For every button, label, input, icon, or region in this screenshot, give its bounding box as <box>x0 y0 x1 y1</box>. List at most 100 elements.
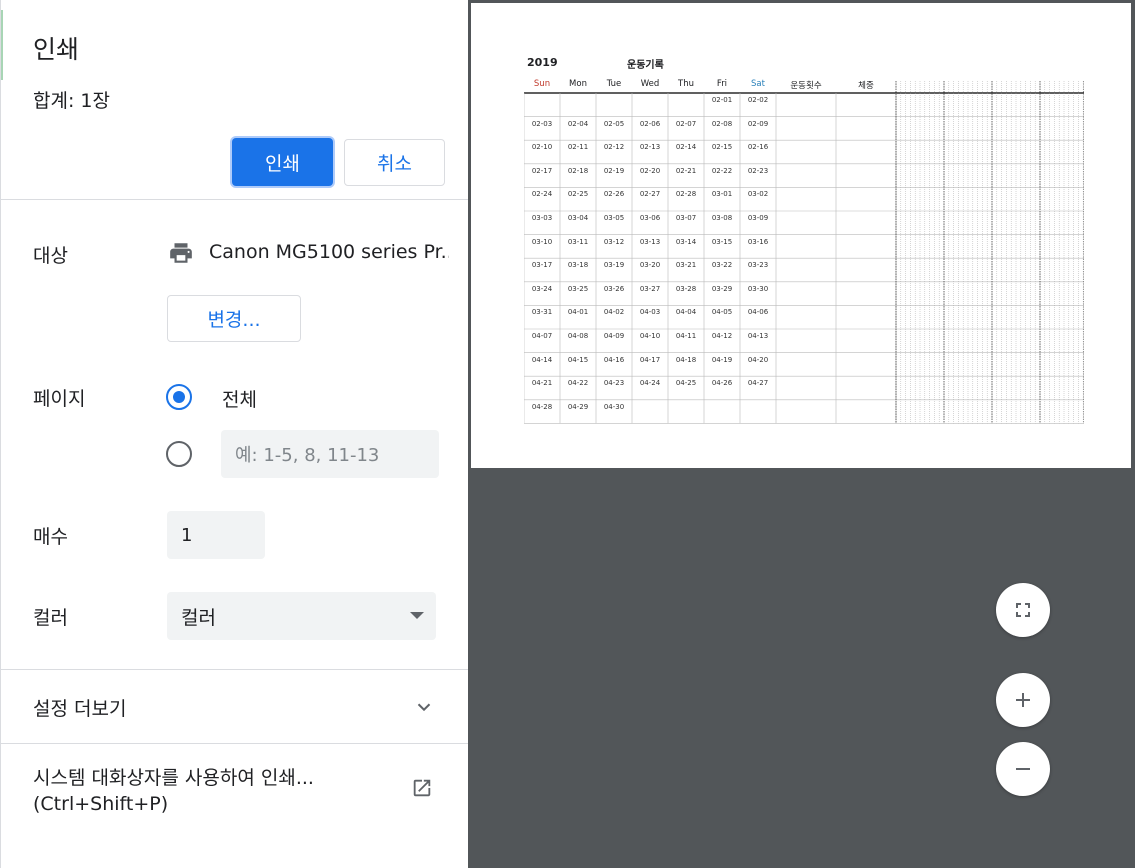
calendar-date-cell: 04-30 <box>603 402 625 411</box>
calendar-date-cell: 03-02 <box>747 190 769 199</box>
calendar-date-cell: 04-21 <box>531 379 553 388</box>
calendar-date-cell: 02-19 <box>603 166 625 175</box>
calendar-date-cell: 02-21 <box>675 166 697 175</box>
page-range-input[interactable]: 예: 1-5, 8, 11-13 <box>221 430 439 478</box>
calendar-date-cell: 03-05 <box>603 214 625 222</box>
calendar-date-cell: 04-02 <box>603 308 625 317</box>
calendar-date-cell: 02-03 <box>531 119 553 128</box>
color-select-value: 컬러 <box>181 606 216 629</box>
pages-label: 페이지 <box>33 388 86 410</box>
calendar-date-cell: 03-06 <box>639 214 661 222</box>
more-settings-toggle[interactable]: 설정 더보기 <box>33 694 126 721</box>
calendar-date-cell: 04-04 <box>675 308 697 317</box>
calendar-date-cell: 03-26 <box>603 284 625 293</box>
print-button[interactable]: 인쇄 <box>232 138 333 186</box>
calendar-date-cell: 03-11 <box>567 237 589 246</box>
copies-input[interactable]: 1 <box>167 511 265 559</box>
calendar-date-cell: 04-28 <box>531 402 553 411</box>
calendar-date-cell: 04-03 <box>639 308 661 317</box>
calendar-date-cell: 03-17 <box>531 261 553 270</box>
calendar-date-cell: 04-07 <box>531 332 553 340</box>
calendar-date-cell: 02-28 <box>675 190 697 199</box>
calendar-date-cell: 03-14 <box>675 237 697 246</box>
open-in-new-icon[interactable] <box>411 777 433 799</box>
minus-icon <box>1016 768 1030 770</box>
calendar-date-cell: 04-12 <box>711 332 733 340</box>
page-title: 인쇄 <box>33 35 80 64</box>
calendar-date-cell: 03-18 <box>567 261 589 270</box>
calendar-date-cell: 04-11 <box>675 332 697 340</box>
calendar-date-cell: 03-12 <box>603 237 625 246</box>
calendar-date-cell: 03-31 <box>531 308 553 317</box>
calendar-date-cell: 03-24 <box>531 284 553 293</box>
pages-all-label: 전체 <box>222 389 257 411</box>
calendar-date-cell: 03-01 <box>711 190 733 199</box>
calendar-date-cell: 02-14 <box>675 143 697 152</box>
calendar-date-cell: 03-28 <box>675 284 697 293</box>
calendar-date-cell: 04-18 <box>675 355 697 364</box>
calendar-date-cell: 02-20 <box>639 166 661 175</box>
calendar-date-cell: 02-22 <box>711 166 733 175</box>
change-destination-button[interactable]: 변경... <box>167 295 301 342</box>
calendar-header: Tue <box>606 79 622 89</box>
calendar-date-cell: 04-06 <box>747 308 769 317</box>
calendar-date-cell: 03-13 <box>639 237 661 246</box>
calendar-date-cell: 04-05 <box>711 308 733 317</box>
calendar-date-cell: 03-20 <box>639 261 661 270</box>
calendar-header: Fri <box>716 79 728 89</box>
calendar-date-cell: 02-04 <box>567 119 589 128</box>
calendar-date-cell: 02-06 <box>639 119 661 128</box>
calendar-date-cell: 04-01 <box>567 308 589 317</box>
destination-label: 대상 <box>33 245 68 267</box>
divider <box>1 743 469 744</box>
calendar-date-cell: 02-10 <box>531 143 553 152</box>
calendar-date-cell: 03-21 <box>675 261 697 270</box>
system-dialog-link[interactable]: 시스템 대화상자를 사용하여 인쇄... (Ctrl+Shift+P) <box>33 765 393 817</box>
calendar-date-cell: 03-04 <box>567 214 589 222</box>
calendar-date-cell: 04-26 <box>711 379 733 388</box>
calendar-date-cell: 03-10 <box>531 237 553 246</box>
pages-all-radio[interactable] <box>166 384 192 410</box>
calendar-date-cell: 03-27 <box>639 284 661 293</box>
calendar-date-cell: 02-12 <box>603 143 625 152</box>
fullscreen-icon <box>1016 603 1030 617</box>
divider <box>1 199 469 200</box>
calendar-date-cell: 04-20 <box>747 355 769 364</box>
cancel-button[interactable]: 취소 <box>344 139 445 186</box>
calendar-date-cell: 03-07 <box>675 214 697 222</box>
calendar-date-cell: 03-19 <box>603 261 625 270</box>
calendar-date-cell: 03-25 <box>567 284 589 293</box>
calendar-date-cell: 02-25 <box>567 190 589 199</box>
calendar-date-cell: 04-09 <box>603 332 625 340</box>
calendar-header: Mon <box>569 79 587 89</box>
accent-bar <box>1 10 3 80</box>
color-select[interactable]: 컬러 <box>167 592 436 640</box>
calendar-date-cell: 02-23 <box>747 166 769 175</box>
fit-to-page-button[interactable] <box>996 583 1050 637</box>
preview-page: 2019 운동기록 Sun Mon Tue Wed Thu Fri Sat 운동횟수 체중 02-… <box>471 3 1131 468</box>
calendar-date-cell: 02-09 <box>747 119 769 128</box>
chevron-down-icon[interactable] <box>413 696 435 718</box>
calendar-date-cell: 04-16 <box>603 355 625 364</box>
calendar-date-cell: 04-13 <box>747 332 769 340</box>
sheet-total: 합계: 1장 <box>33 90 110 112</box>
calendar-date-cell: 03-29 <box>711 284 733 293</box>
pages-custom-radio[interactable] <box>166 441 192 467</box>
calendar-header: 운동횟수 <box>790 81 822 91</box>
calendar-date-cell: 03-23 <box>747 261 769 270</box>
calendar-header: Sun <box>533 79 551 89</box>
calendar-date-cell: 02-26 <box>603 190 625 199</box>
calendar-date-cell: 02-07 <box>675 119 697 128</box>
zoom-in-button[interactable] <box>996 673 1050 727</box>
calendar-date-cell: 02-11 <box>567 143 589 152</box>
zoom-out-button[interactable] <box>996 742 1050 796</box>
calendar-header: 체중 <box>858 81 874 91</box>
calendar-date-cell: 04-29 <box>567 402 589 411</box>
calendar-date-cell: 04-15 <box>567 355 589 364</box>
calendar-date-cell: 04-14 <box>531 355 553 364</box>
printer-name: Canon MG5100 series Pr... <box>209 241 449 263</box>
sheet-title: 운동기록 <box>627 60 664 71</box>
calendar-date-cell: 02-17 <box>531 166 553 175</box>
calendar-date-cell: 03-09 <box>747 214 769 222</box>
calendar-table: Sun Mon Tue Wed Thu Fri Sat 운동횟수 체중 02-01 02-02 02-… <box>524 79 1084 425</box>
